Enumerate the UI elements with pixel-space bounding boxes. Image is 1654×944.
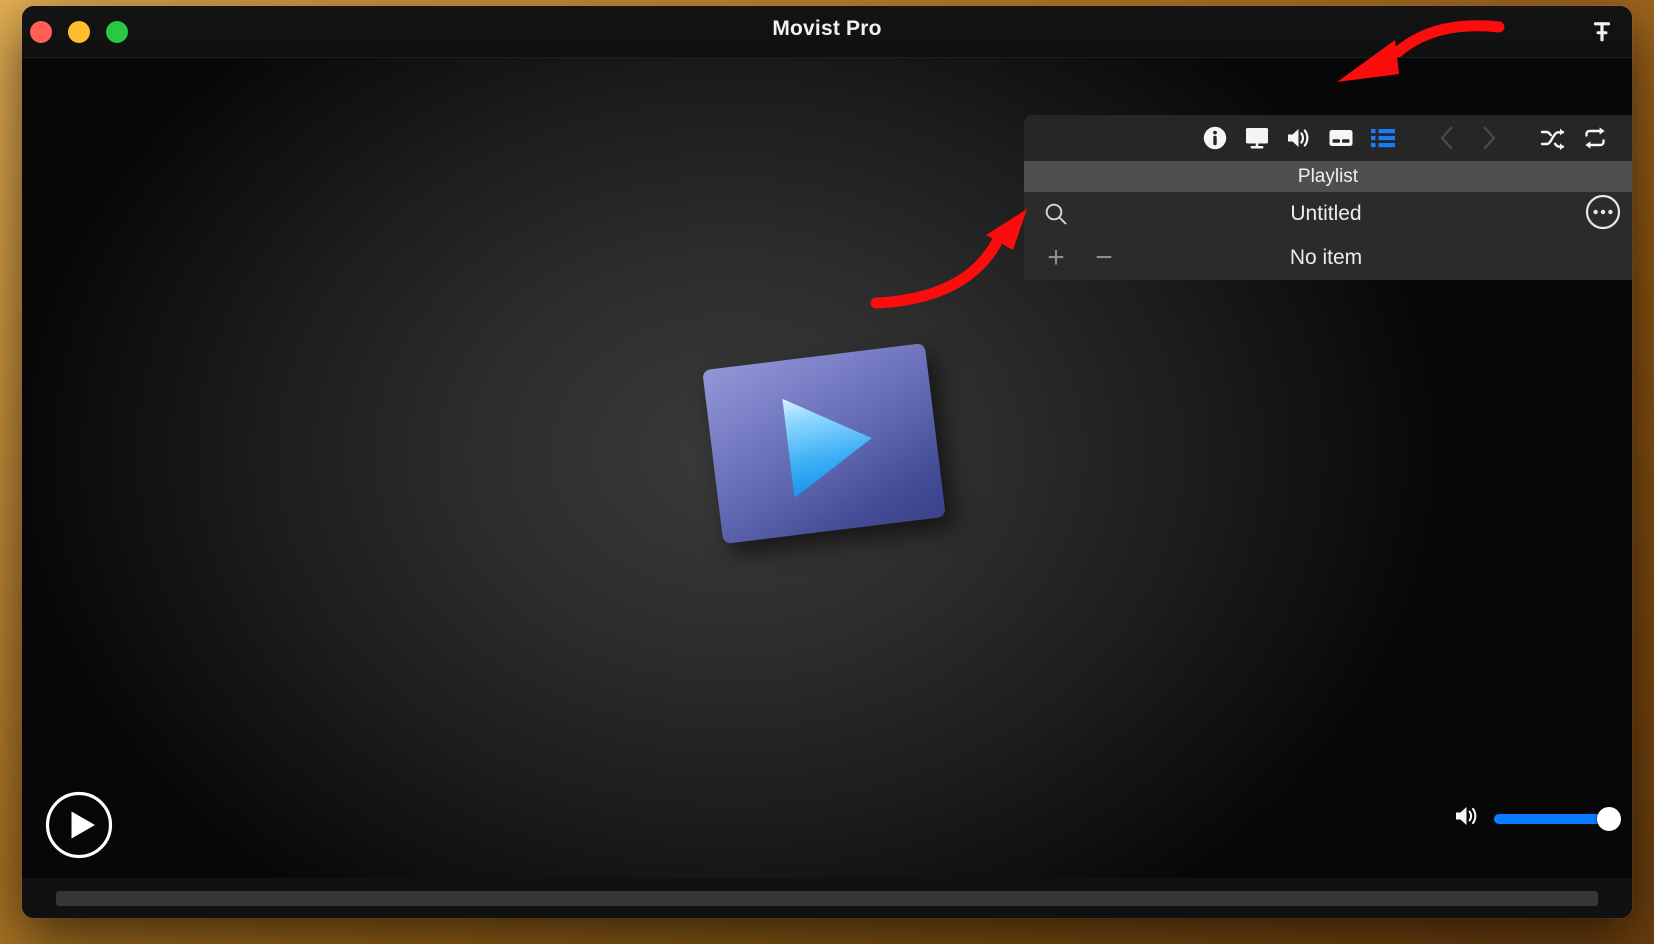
display-icon[interactable] — [1236, 117, 1278, 159]
playlist-row-right-tools — [1584, 192, 1622, 236]
more-options-icon[interactable] — [1584, 193, 1622, 236]
playlist-icon[interactable] — [1362, 117, 1404, 159]
app-window: Movist Pro Playlist Untitled + − No item — [22, 6, 1632, 918]
playlist-name-label: Untitled — [1290, 202, 1362, 225]
playlist-item-tools: + − — [1024, 236, 1122, 280]
remove-item-button[interactable]: − — [1086, 240, 1122, 276]
repeat-icon[interactable] — [1574, 117, 1616, 159]
playlist-panel: Playlist Untitled + − No item — [1024, 115, 1632, 280]
info-icon[interactable] — [1194, 117, 1236, 159]
panel-body: Untitled + − No item — [1024, 192, 1632, 280]
seek-slider[interactable] — [56, 890, 1598, 906]
pin-icon[interactable] — [1584, 14, 1620, 50]
volume-icon[interactable] — [1453, 803, 1483, 834]
next-icon[interactable] — [1468, 117, 1510, 159]
volume-control — [1453, 803, 1621, 834]
previous-icon[interactable] — [1426, 117, 1468, 159]
playlist-items-row: + − No item — [1024, 236, 1632, 280]
playlist-row-left-tools — [1024, 192, 1074, 236]
progress-bar-area — [22, 878, 1632, 918]
page-title: Movist Pro — [772, 17, 882, 40]
shuffle-icon[interactable] — [1532, 117, 1574, 159]
playlist-name-row: Untitled — [1024, 192, 1632, 236]
title-bar: Movist Pro — [22, 6, 1632, 58]
desktop-background: Movist Pro Playlist Untitled + − No item — [0, 0, 1654, 944]
volume-slider[interactable] — [1494, 806, 1621, 831]
video-stage[interactable]: Playlist Untitled + − No item — [22, 58, 1632, 918]
volume-slider-knob[interactable] — [1597, 806, 1621, 831]
speaker-icon[interactable] — [1278, 117, 1320, 159]
volume-slider-fill — [1494, 813, 1612, 824]
search-icon[interactable] — [1038, 196, 1074, 232]
movist-logo — [702, 343, 946, 544]
subtitle-icon[interactable] — [1320, 117, 1362, 159]
panel-toolbar — [1024, 115, 1632, 161]
play-button[interactable] — [45, 791, 113, 859]
add-item-button[interactable]: + — [1038, 240, 1074, 276]
panel-title: Playlist — [1024, 161, 1632, 192]
